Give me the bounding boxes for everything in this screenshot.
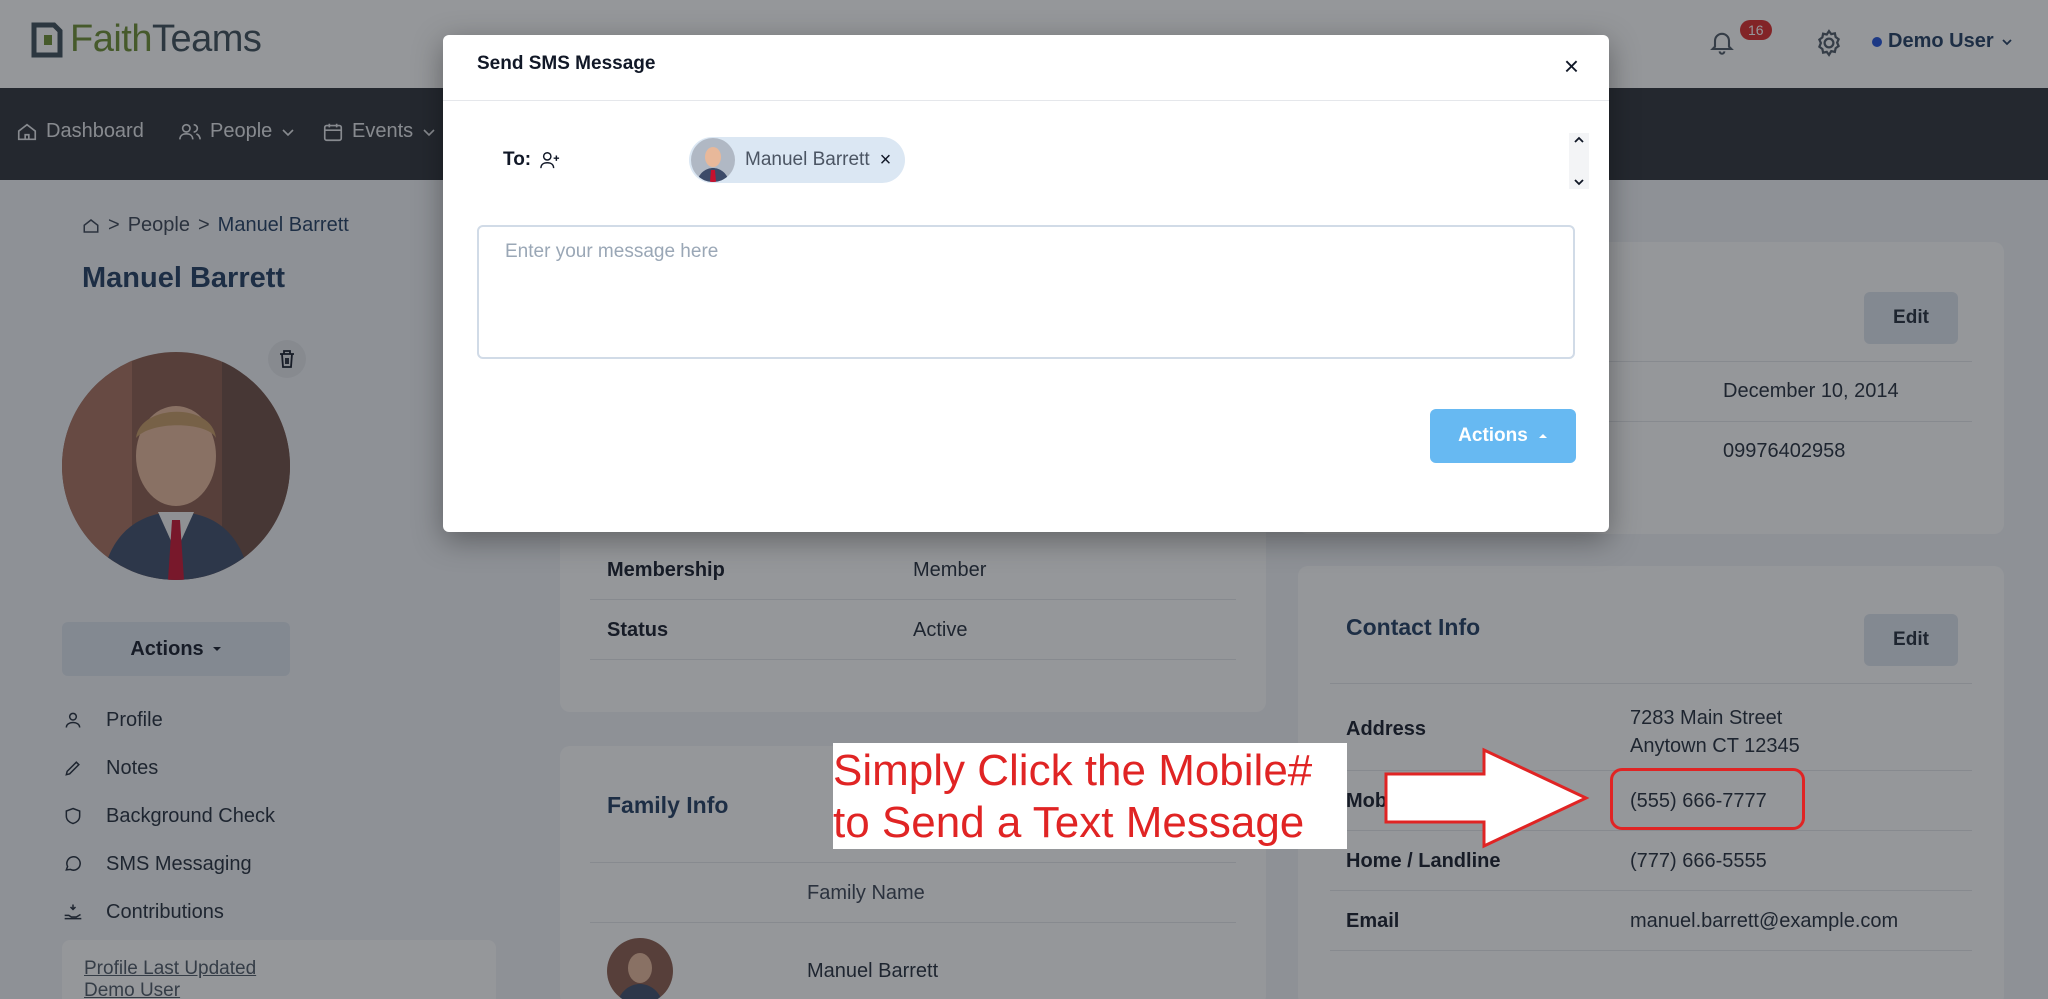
recipient-chip: Manuel Barrett × [689,137,906,183]
chevron-up-icon[interactable] [1572,133,1586,147]
modal-title: Send SMS Message [477,53,656,74]
close-icon[interactable]: × [1564,53,1579,79]
chevron-down-icon[interactable] [1572,175,1586,189]
to-text: To: [503,149,532,170]
annotation-arrow-icon [1384,747,1590,849]
recipient-avatar [691,138,735,182]
annotation-line1: Simply Click the Mobile# [833,746,1313,795]
mobile-highlight-box [1610,768,1805,830]
sms-modal: Send SMS Message × To: Manuel Barrett × … [443,35,1609,532]
recipient-scroll[interactable] [1569,133,1589,189]
caret-up-icon [1538,434,1547,438]
to-label: To: [503,149,561,171]
message-input[interactable] [477,225,1575,359]
recipient-name: Manuel Barrett [745,149,870,170]
modal-actions-button[interactable]: Actions [1430,409,1576,463]
modal-header: Send SMS Message × [443,35,1609,101]
remove-recipient-icon[interactable]: × [880,149,892,172]
annotation-line2: to Send a Text Message [833,798,1305,847]
add-recipient-icon[interactable] [539,150,561,170]
annotation-callout: Simply Click the Mobile# to Send a Text … [833,743,1347,849]
actions-label: Actions [1458,425,1528,446]
